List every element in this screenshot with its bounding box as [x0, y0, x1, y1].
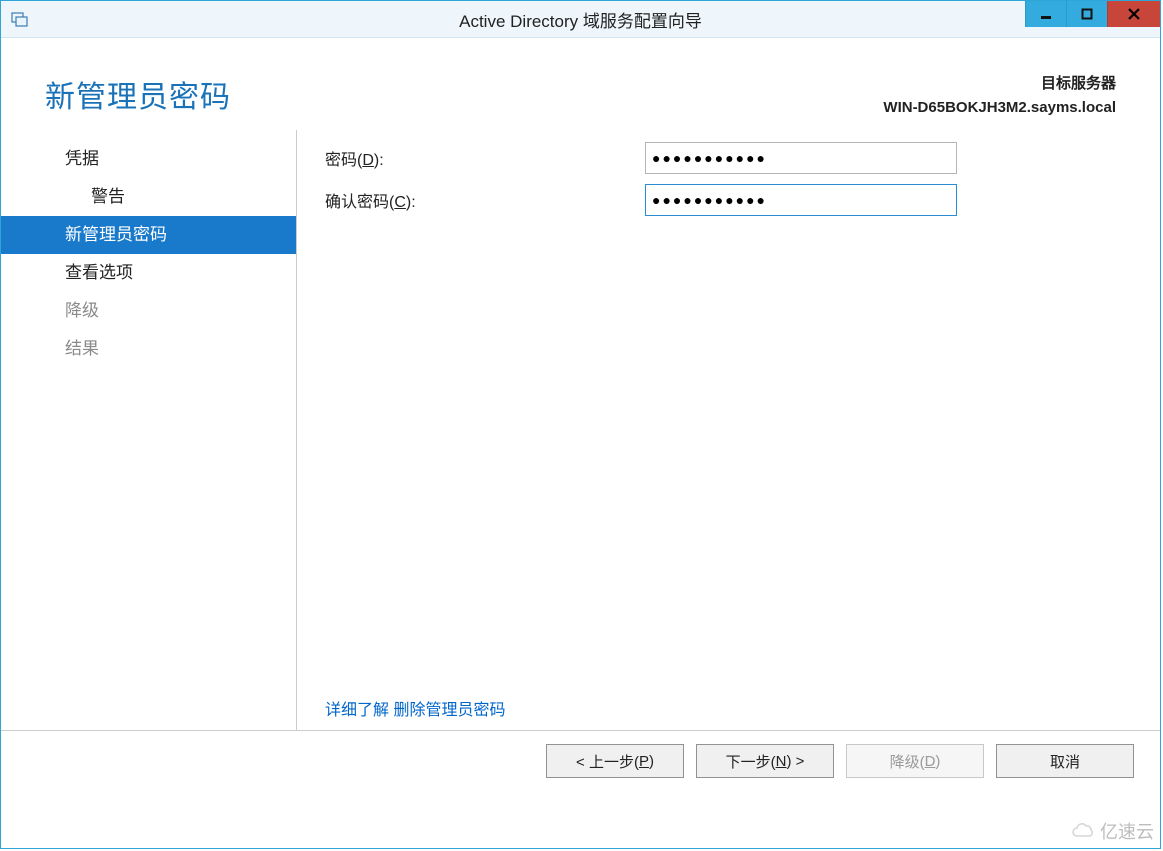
wizard-window: Active Directory 域服务配置向导 新管理员密码 目标服务器 WI… — [0, 0, 1161, 849]
cancel-button[interactable]: 取消 — [996, 744, 1134, 778]
learn-more-link[interactable]: 详细了解 删除管理员密码 — [325, 696, 505, 720]
target-server-name: WIN-D65BOKJH3M2.sayms.local — [883, 96, 1116, 120]
previous-button[interactable]: < 上一步(P) — [546, 744, 684, 778]
content-panel: 密码(D): 确认密码(C): 详细了解 删除管理员密码 — [297, 130, 1160, 730]
confirm-password-input[interactable] — [645, 184, 957, 216]
target-server-label: 目标服务器 — [883, 72, 1116, 96]
sidebar-item-review-options[interactable]: 查看选项 — [1, 254, 296, 292]
wizard-sidebar: 凭据 警告 新管理员密码 查看选项 降级 结果 — [1, 130, 297, 730]
sidebar-item-credentials[interactable]: 凭据 — [1, 140, 296, 178]
window-title: Active Directory 域服务配置向导 — [1, 7, 1160, 32]
maximize-button[interactable] — [1066, 1, 1107, 27]
page-title: 新管理员密码 — [45, 72, 231, 116]
password-input[interactable] — [645, 142, 957, 174]
header-region: 新管理员密码 目标服务器 WIN-D65BOKJH3M2.sayms.local — [1, 38, 1160, 130]
password-label: 密码(D): — [325, 146, 645, 170]
next-button[interactable]: 下一步(N) > — [696, 744, 834, 778]
window-controls — [1025, 1, 1160, 29]
cloud-icon — [1070, 822, 1096, 840]
target-server-block: 目标服务器 WIN-D65BOKJH3M2.sayms.local — [883, 72, 1116, 120]
title-bar: Active Directory 域服务配置向导 — [1, 1, 1160, 38]
sidebar-item-demotion: 降级 — [1, 292, 296, 330]
sidebar-item-results: 结果 — [1, 330, 296, 368]
footer-bar: < 上一步(P) 下一步(N) > 降级(D) 取消 — [1, 730, 1160, 791]
body-region: 凭据 警告 新管理员密码 查看选项 降级 结果 密码(D): 确认密码(C): … — [1, 130, 1160, 730]
app-icon — [11, 10, 29, 28]
password-row: 密码(D): — [325, 142, 1130, 174]
demote-button: 降级(D) — [846, 744, 984, 778]
watermark: 亿速云 — [1070, 818, 1154, 844]
minimize-button[interactable] — [1025, 1, 1066, 27]
confirm-password-row: 确认密码(C): — [325, 184, 1130, 216]
close-button[interactable] — [1107, 1, 1160, 27]
sidebar-item-new-admin-password[interactable]: 新管理员密码 — [1, 216, 296, 254]
sidebar-item-warning[interactable]: 警告 — [1, 178, 296, 216]
confirm-password-label: 确认密码(C): — [325, 188, 645, 212]
